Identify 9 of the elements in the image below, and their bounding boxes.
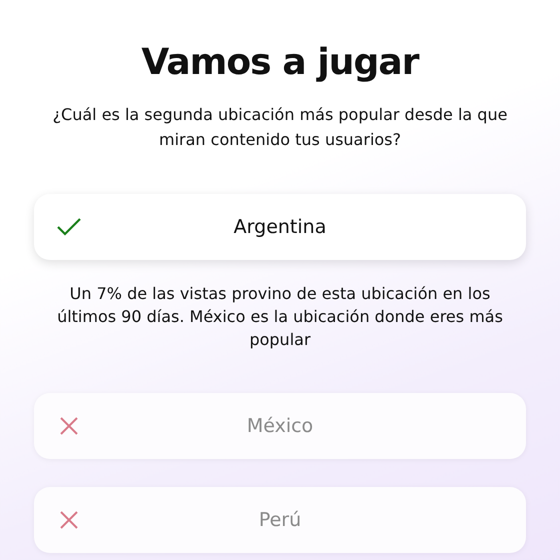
page-title: Vamos a jugar	[141, 41, 419, 85]
check-icon	[56, 217, 82, 237]
question-text: ¿Cuál es la segunda ubicación más popular desde la que miran contenido tus usuarios?	[52, 104, 508, 151]
answer-option[interactable]: Argentina	[34, 194, 526, 260]
explanation-text: Un 7% de las vistas provino de esta ubicación en los últimos 90 días. México es la ubicación donde eres más popular	[56, 283, 504, 351]
close-icon	[60, 417, 78, 435]
answer-option[interactable]: México	[34, 393, 526, 459]
close-icon	[60, 511, 78, 529]
answer-option[interactable]: Perú	[34, 487, 526, 553]
